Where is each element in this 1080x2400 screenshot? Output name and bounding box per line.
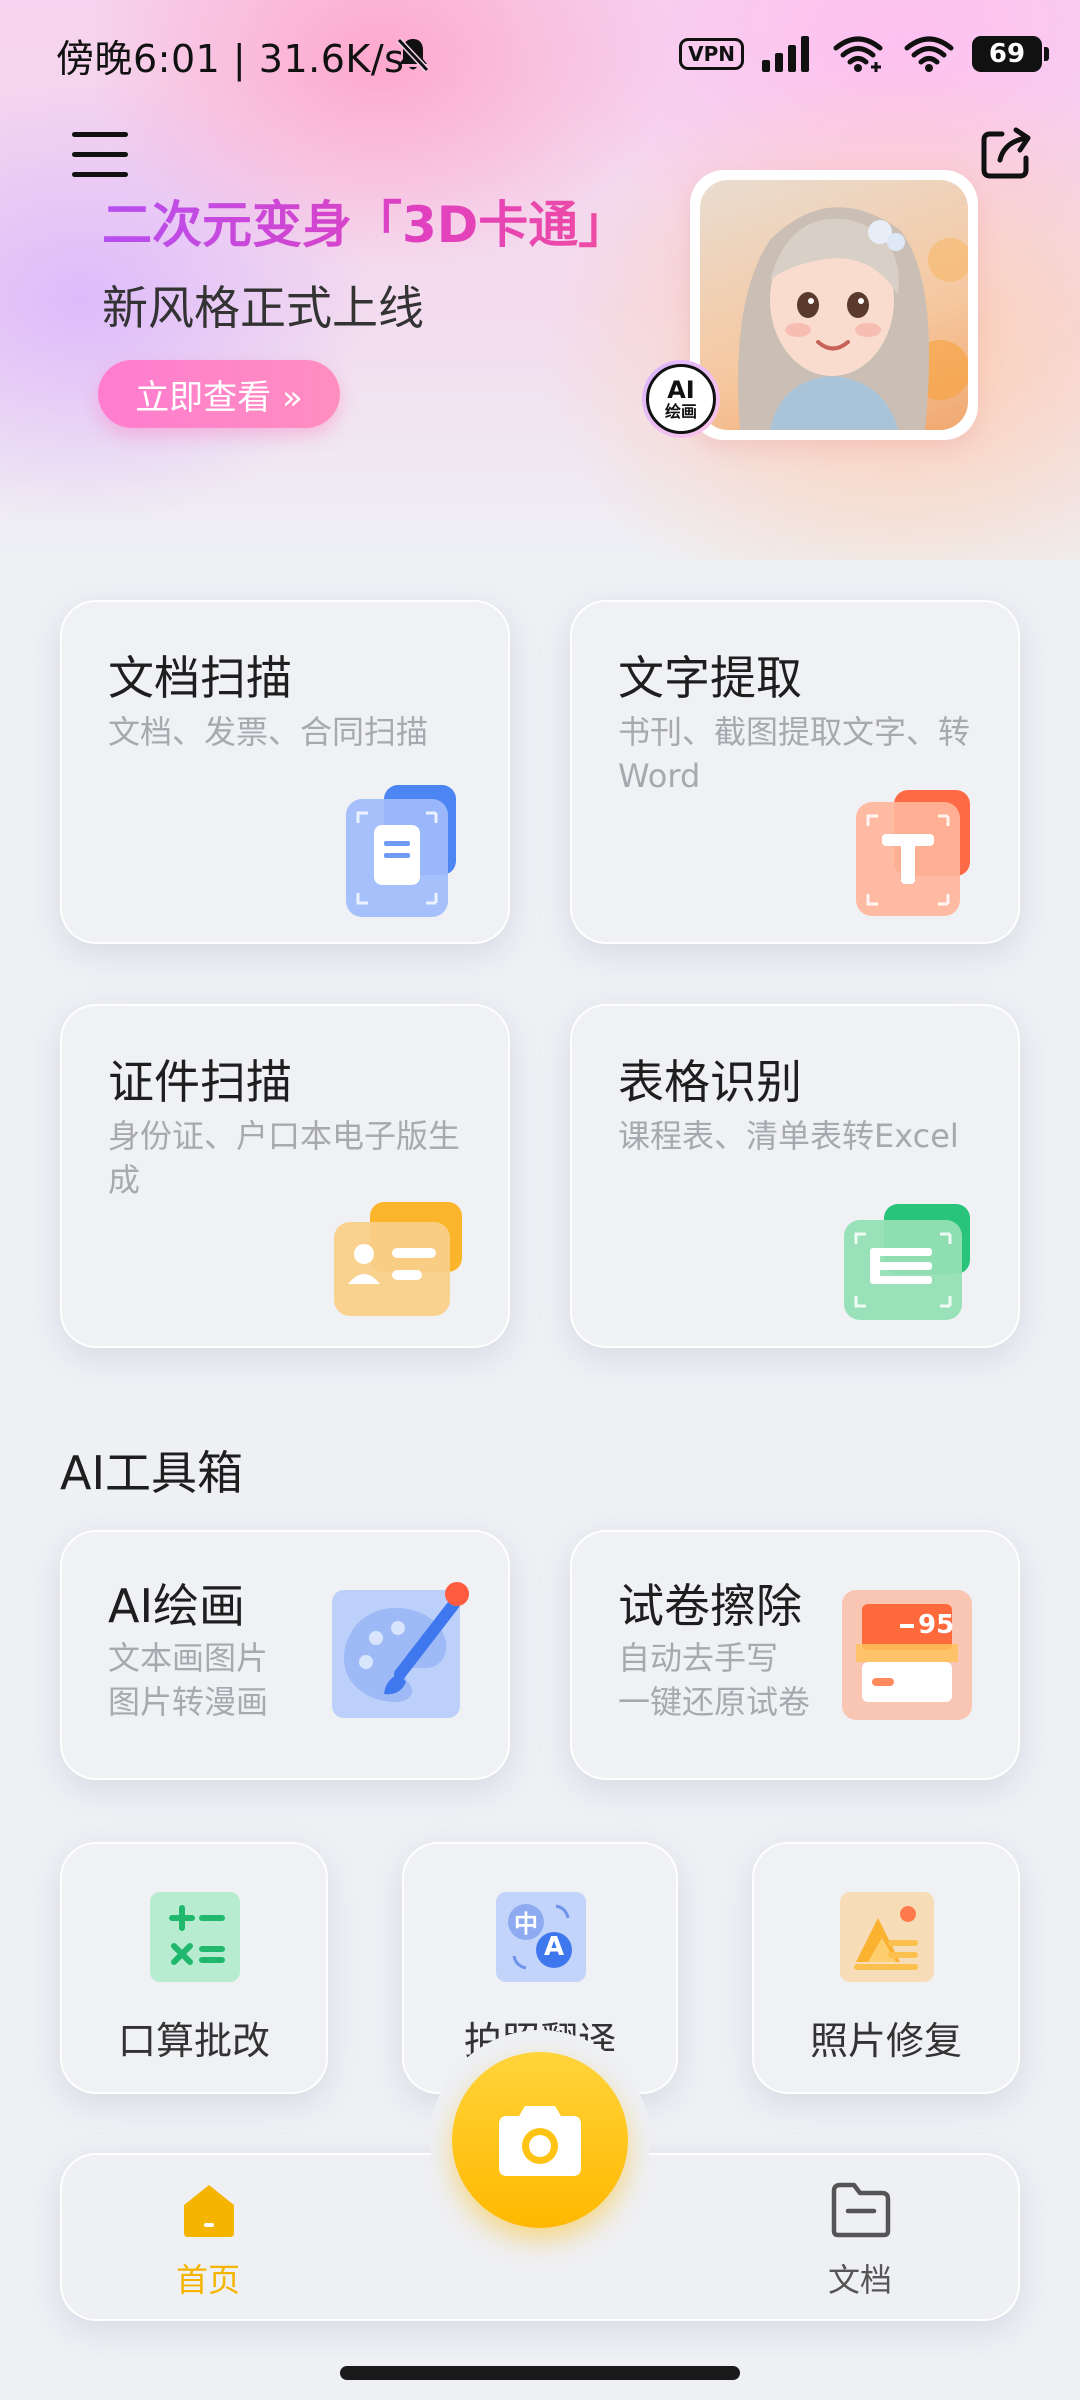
cartoon-girl-illustration [738, 207, 968, 430]
text-extract-icon [856, 790, 970, 916]
folder-icon [831, 2182, 891, 2238]
card-desc: 文档、发票、合同扫描 [108, 713, 429, 751]
tool-label: 口算批改 [117, 2019, 270, 2063]
status-time-speed: 傍晚6:01 | 31.6K/s [56, 37, 405, 81]
ai-toolbox-heading: AI工具箱 [60, 1446, 244, 1500]
exam-score: 95 [900, 1610, 954, 1640]
card-title: 文档扫描 [108, 651, 292, 705]
card-title: 文字提取 [618, 651, 802, 705]
id-card-scan-icon [334, 1202, 462, 1316]
signal-icon [762, 36, 809, 72]
card-desc-line1: 文本画图片 [108, 1639, 269, 1677]
card-desc-line1: 自动去手写 [618, 1639, 779, 1677]
card-desc: 自动去手写 一键还原试卷 [618, 1636, 810, 1724]
card-desc: 文本画图片 图片转漫画 [108, 1636, 268, 1724]
math-check-icon [150, 1892, 240, 1982]
exam-erase-card[interactable]: 试卷擦除 自动去手写 一键还原试卷 95 [570, 1530, 1020, 1780]
camera-button[interactable] [452, 2052, 628, 2228]
card-title: 表格识别 [618, 1055, 802, 1109]
photo-restore-card[interactable]: 照片修复 [752, 1842, 1020, 2094]
id-card-scan-card[interactable]: 证件扫描 身份证、户口本电子版生成 [60, 1004, 510, 1348]
document-scan-icon [346, 785, 456, 917]
card-desc-line2: 一键还原试卷 [618, 1683, 811, 1721]
wifi-plus-icon [833, 36, 883, 72]
share-icon[interactable] [976, 124, 1036, 184]
card-desc: 课程表、清单表转Excel [618, 1117, 959, 1155]
banner-portrait[interactable] [690, 170, 978, 440]
photo-translate-icon: 中 A [496, 1892, 586, 1982]
banner-view-now-button[interactable]: 立即查看 » [98, 360, 340, 428]
mute-icon [396, 37, 430, 73]
nav-docs[interactable]: 文档 [800, 2173, 920, 2303]
table-recognition-card[interactable]: 表格识别 课程表、清单表转Excel [570, 1004, 1020, 1348]
text-extract-card[interactable]: 文字提取 书刊、截图提取文字、转Word [570, 600, 1020, 944]
status-icons: VPN 69 [679, 30, 1049, 78]
card-title: 试卷擦除 [618, 1579, 802, 1633]
banner-title: 二次元变身「3D卡通」 [102, 185, 628, 257]
banner-subtitle: 新风格正式上线 [102, 281, 424, 335]
ai-badge-line2: 绘画 [664, 402, 697, 421]
document-scan-card[interactable]: 文档扫描 文档、发票、合同扫描 [60, 600, 510, 944]
home-icon [184, 2185, 234, 2237]
card-title: AI绘画 [108, 1579, 246, 1633]
card-desc-line2: 图片转漫画 [108, 1683, 269, 1721]
battery-icon: 69 [972, 36, 1049, 72]
ai-badge-line1: AI [667, 376, 695, 404]
ai-painting-card[interactable]: AI绘画 文本画图片 图片转漫画 [60, 1530, 510, 1780]
nav-home[interactable]: 首页 [148, 2173, 268, 2303]
home-indicator[interactable] [340, 2366, 740, 2380]
card-desc: 身份证、户口本电子版生成 [108, 1117, 461, 1199]
card-desc: 书刊、截图提取文字、转Word [618, 713, 971, 795]
exam-erase-icon: 95 [842, 1590, 972, 1720]
table-recognition-icon [844, 1204, 970, 1320]
card-title: 证件扫描 [108, 1055, 292, 1109]
vpn-icon: VPN [679, 38, 744, 70]
paintbrush-palette-icon [332, 1582, 469, 1718]
menu-icon[interactable] [72, 130, 128, 180]
nav-home-label: 首页 [175, 2261, 240, 2299]
nav-docs-label: 文档 [827, 2261, 892, 2299]
wifi-icon [904, 36, 954, 72]
ai-painting-badge: AI 绘画 [642, 360, 720, 438]
math-check-card[interactable]: 口算批改 [60, 1842, 328, 2094]
camera-icon [499, 2106, 581, 2176]
photo-restore-icon [840, 1892, 934, 1982]
english-glyph: A [543, 1932, 565, 1962]
tool-label: 照片修复 [809, 2019, 962, 2063]
